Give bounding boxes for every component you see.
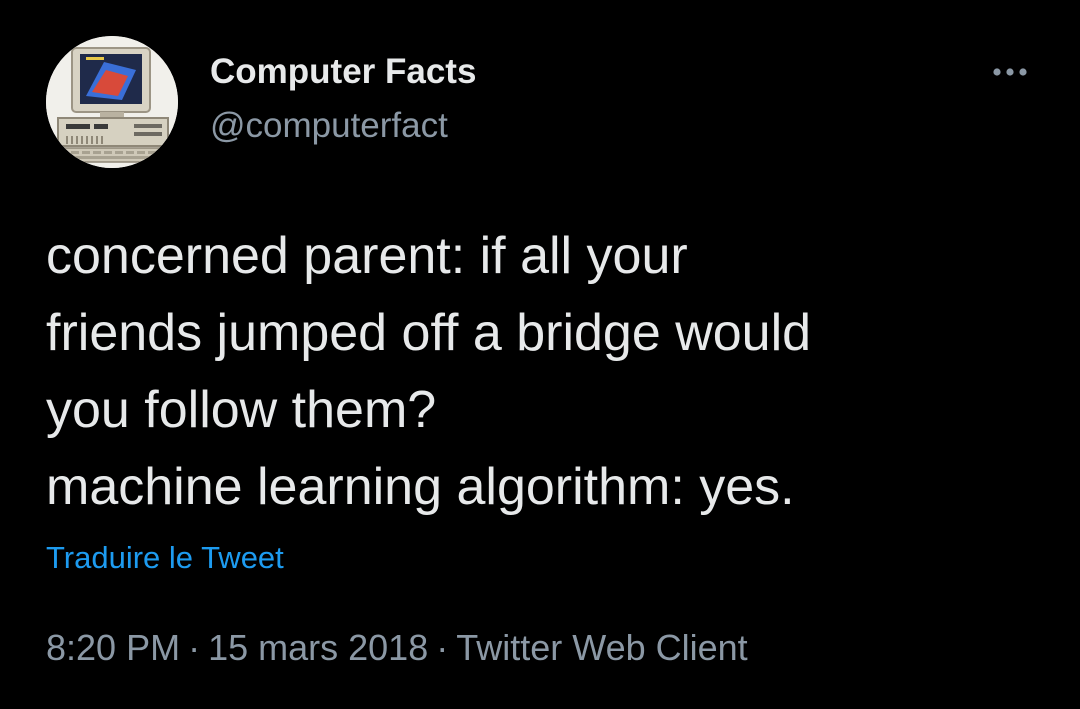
tweet-text: concerned parent: if all your friends ju… xyxy=(46,218,1036,526)
avatar[interactable] xyxy=(46,36,178,168)
tweet-line: you follow them? xyxy=(46,381,437,439)
tweet-line: concerned parent: if all your xyxy=(46,227,688,285)
user-handle[interactable]: @computerfact xyxy=(210,106,476,146)
tweet-card: Computer Facts @computerfact concerned p… xyxy=(0,0,1080,709)
display-name[interactable]: Computer Facts xyxy=(210,52,476,92)
tweet-line: friends jumped off a bridge would xyxy=(46,304,812,362)
more-options-button[interactable] xyxy=(982,56,1038,88)
retro-computer-avatar-icon xyxy=(46,36,178,168)
author-info: Computer Facts @computerfact xyxy=(210,52,476,146)
separator: · xyxy=(188,627,201,668)
separator: · xyxy=(436,627,449,668)
translate-tweet-link[interactable]: Traduire le Tweet xyxy=(46,538,284,578)
tweet-time[interactable]: 8:20 PM xyxy=(46,627,180,668)
tweet-line: machine learning algorithm: yes. xyxy=(46,458,795,516)
tweet-client[interactable]: Twitter Web Client xyxy=(456,627,747,668)
tweet-date[interactable]: 15 mars 2018 xyxy=(208,627,428,668)
tweet-metadata: 8:20 PM · 15 mars 2018 · Twitter Web Client xyxy=(46,626,748,670)
more-options-icon xyxy=(993,68,1027,76)
